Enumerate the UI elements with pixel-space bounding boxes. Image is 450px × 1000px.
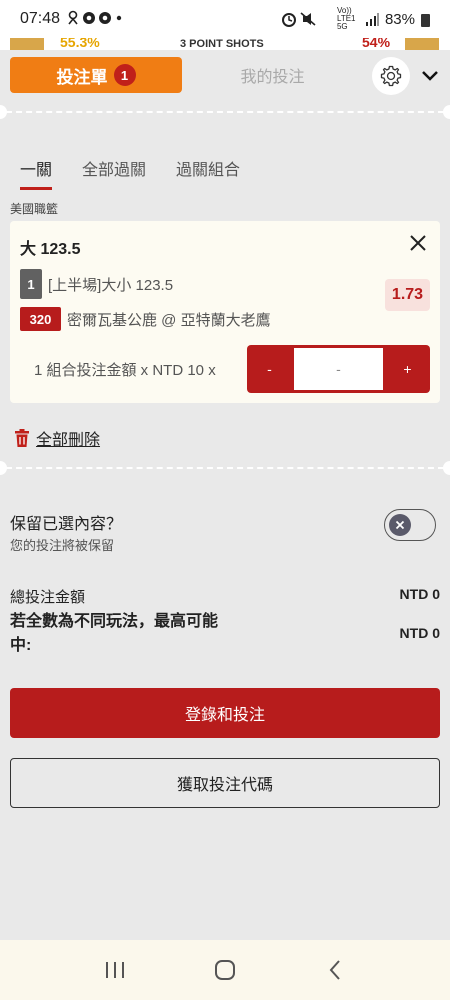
bet-slip-sheet: 投注單 1 我的投注 一關 全部過關 過關組合 美國職籃 大 123.5 1 [… [0,50,450,940]
back-icon [329,960,340,980]
remove-bet-button[interactable] [408,233,428,253]
bet-slip-label: 投注單 [56,67,108,87]
tab-all-parlay[interactable]: 全部過關 [82,156,146,190]
peek-right-pct: 54% [362,38,391,50]
event-id-badge: 320 [20,307,61,331]
event-name: 密爾瓦基公鹿 @ 亞特蘭大老鷹 [67,311,271,329]
get-bet-code-button[interactable]: 獲取投注代碼 [10,758,440,808]
player-thumbnail [10,38,44,50]
bet-card: 大 123.5 1 [上半場]大小 123.5 1.73 320 密爾瓦基公鹿 … [10,221,440,403]
home-icon [215,960,235,980]
alarm-mute-icon [281,12,316,27]
battery-icon [421,13,430,27]
player-thumbnail [405,38,439,50]
tab-my-bets[interactable]: 我的投注 [190,57,355,93]
bet-slip-header: 投注單 1 我的投注 [0,50,450,106]
peek-center-text: 3 POINT SHOTS [180,38,264,50]
back-button[interactable] [315,950,355,990]
stake-stepper: - - + [247,345,430,393]
system-nav-bar [0,940,450,1000]
tab-bet-slip[interactable]: 投注單 1 [10,57,182,93]
event-row: 320 密爾瓦基公鹿 @ 亞特蘭大老鷹 [20,307,271,331]
max-win-label: 若全數為不同玩法，最高可能中: [10,613,219,654]
market-label: [上半場]大小 123.5 [48,276,174,294]
collapse-button[interactable] [418,64,442,88]
delete-all-button[interactable]: 全部刪除 [14,426,100,450]
toggle-knob [389,514,411,536]
keep-selection-title: 保留已選內容？ [10,516,123,533]
odds-value: 1.73 [385,279,430,311]
recent-apps-button[interactable] [95,950,135,990]
trash-icon [15,429,29,447]
recent-apps-icon [106,962,124,978]
gear-icon [380,65,402,87]
league-label: 美國職籃 [10,202,59,216]
stake-label: 1 組合投注金額 x NTD 10 x [34,362,216,379]
max-win-value: NTD 0 [399,625,440,641]
bet-title: 大 123.5 [20,241,81,258]
total-stake-label: 總投注金額 [10,589,86,606]
bet-type-tabs: 一關 全部過關 過關組合 [20,156,240,190]
x-icon [395,520,405,530]
status-right: Vo)) LTE1 5G 83% [281,7,430,31]
peek-left-pct: 55.3% [60,38,100,50]
stake-increase-button[interactable]: + [385,345,430,393]
home-button[interactable] [205,950,245,990]
settings-button[interactable] [372,57,410,95]
signal-icon [365,13,379,26]
stake-input[interactable]: - [294,348,383,390]
notification-icons [66,10,126,29]
stake-decrease-button[interactable]: - [247,345,292,393]
status-bar: 07:48 Vo)) LTE1 5G 83% [0,0,450,38]
network-label: Vo)) LTE1 5G [336,6,356,31]
selection-index-badge: 1 [20,269,42,299]
login-and-bet-button[interactable]: 登錄和投注 [10,688,440,738]
perforation-divider [0,105,450,119]
background-page-peek: 55.3% 3 POINT SHOTS 54% [0,38,450,50]
delete-all-label: 全部刪除 [36,432,101,449]
keep-selection-toggle[interactable] [384,509,436,541]
battery-percent: 83% [384,10,415,28]
chevron-down-icon [422,71,438,81]
tab-single[interactable]: 一關 [20,156,53,190]
total-stake-value: NTD 0 [399,586,440,602]
bet-count-badge: 1 [113,64,136,86]
tab-parlay-combo[interactable]: 過關組合 [176,156,240,190]
status-time: 07:48 [20,10,61,27]
perforation-divider [0,461,450,475]
keep-selection-subtitle: 您的投注將被保留 [10,538,115,553]
market-row: 1 [上半場]大小 123.5 [20,269,173,299]
close-icon [410,235,426,251]
